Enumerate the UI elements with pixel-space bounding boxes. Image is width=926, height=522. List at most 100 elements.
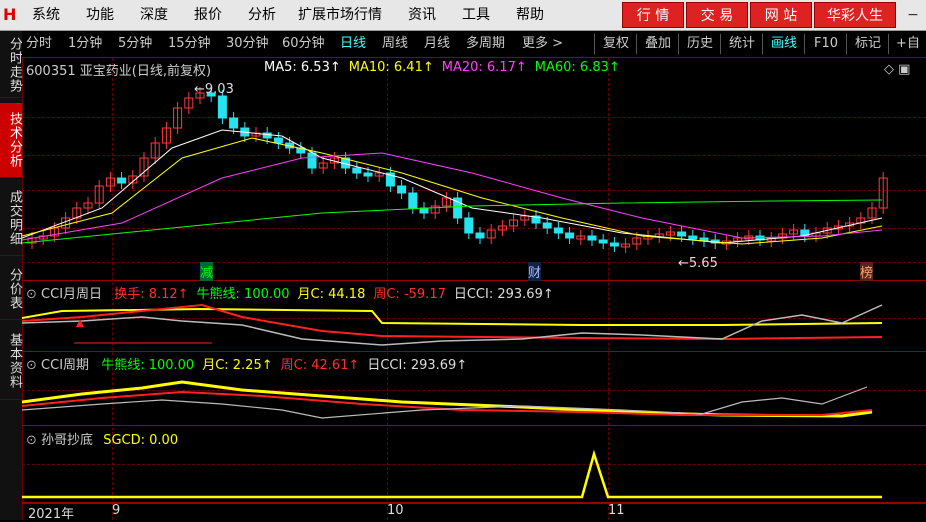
ma-legend-item: MA20: 6.17↑	[441, 60, 527, 75]
minimize-icon[interactable]: −	[904, 6, 922, 24]
menu-analysis[interactable]: 分析	[248, 0, 276, 30]
candle	[363, 172, 373, 177]
website-button[interactable]: 网 站	[750, 2, 812, 28]
market-button[interactable]: 行 情	[622, 2, 684, 28]
kline-chart	[22, 87, 888, 253]
cci-monthly-legend: 换手: 8.12↑ 牛熊线: 100.00 月C: 44.18 周C: -59.17 日…	[106, 287, 554, 302]
adjust-button[interactable]: 复权	[594, 34, 637, 54]
sidebar-tab-timeshare[interactable]: 分时走势	[0, 33, 22, 98]
week-c-line	[22, 303, 883, 341]
huacai-button[interactable]: 华彩人生	[814, 2, 896, 28]
menu-help[interactable]: 帮助	[516, 0, 544, 30]
f10-button[interactable]: F10	[804, 34, 847, 54]
period-daily[interactable]: 日线	[340, 35, 366, 53]
cci-period-legend-item: 日CCI: 293.69↑	[367, 358, 468, 373]
sidebar-tab-trades[interactable]: 成交明细	[0, 181, 22, 256]
sidebar-tab-technical[interactable]: 技术分析	[0, 103, 22, 178]
tag-finance[interactable]: 财	[528, 262, 542, 281]
menu-news[interactable]: 资讯	[408, 0, 436, 30]
period-60min[interactable]: 60分钟	[282, 35, 325, 53]
menu-quote[interactable]: 报价	[194, 0, 222, 30]
left-sidebar: 分时走势 技术分析 成交明细 分价表 基本资料	[0, 31, 23, 520]
period-15min[interactable]: 15分钟	[168, 35, 211, 53]
window-icon[interactable]: ▣	[898, 62, 910, 77]
diamond-icon[interactable]: ◇	[884, 62, 894, 77]
period-monthly[interactable]: 月线	[424, 35, 450, 53]
candle	[352, 167, 362, 174]
cci-period-legend-item: 周C: 42.61↑	[280, 358, 360, 373]
period-30min[interactable]: 30分钟	[226, 35, 269, 53]
candle	[609, 242, 619, 247]
cci-monthly-legend-item: 周C: -59.17	[373, 287, 446, 302]
x-axis-month-9: 9	[112, 503, 121, 518]
trade-button[interactable]: 交 易	[686, 2, 748, 28]
period-timeshare[interactable]: 分时	[26, 35, 52, 53]
candle	[587, 235, 597, 241]
menu-system[interactable]: 系统	[32, 0, 60, 30]
candle	[217, 95, 227, 119]
x-axis-year: 2021年	[28, 507, 75, 522]
statistics-button[interactable]: 统计	[720, 34, 763, 54]
cci-monthly-legend-item: 日CCI: 293.69↑	[453, 287, 554, 302]
sgcd-value: SGCD: 0.00	[103, 433, 179, 448]
menu-extended-market[interactable]: 扩展市场行情	[298, 0, 382, 30]
sidebar-tab-fundamentals[interactable]: 基本资料	[0, 323, 22, 400]
menu-depth[interactable]: 深度	[140, 0, 168, 30]
chart-mode: (日线,前复权)	[131, 64, 212, 79]
tag-list[interactable]: 榜	[860, 262, 874, 281]
candle	[464, 217, 474, 234]
candle	[677, 231, 687, 237]
month-c-line	[22, 307, 883, 326]
candle	[229, 117, 239, 129]
period-5min[interactable]: 5分钟	[118, 35, 152, 53]
cci-monthly-legend-item: 牛熊线: 100.00	[196, 287, 290, 302]
collapse-icon[interactable]: ⊙	[26, 287, 37, 302]
ma-legend-item: MA10: 6.41↑	[348, 60, 434, 75]
candle	[688, 235, 698, 240]
candle	[273, 137, 283, 144]
period-multi[interactable]: 多周期	[466, 35, 505, 53]
candle	[565, 232, 575, 239]
candle	[542, 222, 552, 229]
month-c-line	[22, 380, 873, 418]
overlay-button[interactable]: 叠加	[636, 34, 679, 54]
cci-period-legend-item: 月C: 2.25↑	[202, 358, 273, 373]
cci-monthly-legend-item: 换手: 8.12↑	[114, 287, 189, 302]
menu-function[interactable]: 功能	[86, 0, 114, 30]
sgcd-title: 孙哥抄底	[41, 433, 94, 448]
custom-button[interactable]: +自	[888, 34, 926, 54]
high-price-label: ←9.03	[194, 82, 234, 97]
candle	[553, 227, 563, 234]
menu-tools[interactable]: 工具	[462, 0, 490, 30]
menu-bar: H 系统 功能 深度 报价 分析 扩展市场行情 资讯 工具 帮助 行 情 交 易…	[0, 0, 926, 31]
sidebar-tab-price-table[interactable]: 分价表	[0, 259, 22, 320]
period-more[interactable]: 更多 >	[522, 35, 563, 53]
candle	[117, 177, 127, 184]
cci-period-legend-item: 牛熊线: 100.00	[101, 358, 195, 373]
draw-line-button[interactable]: 画线	[762, 34, 805, 54]
history-button[interactable]: 历史	[678, 34, 721, 54]
cci-monthly-legend-item: 月C: 44.18	[297, 287, 366, 302]
stock-name: 亚宝药业	[79, 64, 132, 79]
ma-legend: MA5: 6.53↑ MA10: 6.41↑ MA20: 6.17↑ MA60: 6.…	[256, 60, 620, 75]
candle	[408, 192, 418, 209]
period-1min[interactable]: 1分钟	[68, 35, 102, 53]
tag-reduce[interactable]: 减	[200, 262, 214, 281]
cci-monthly-title: CCI月周日	[41, 287, 103, 302]
candle	[475, 232, 485, 239]
sgcd-line	[22, 449, 882, 499]
candle	[598, 239, 608, 244]
app-logo: H	[3, 5, 17, 24]
cci-period-legend: 牛熊线: 100.00 月C: 2.25↑ 周C: 42.61↑ 日CCI: 293.…	[93, 358, 467, 373]
x-axis-month-10: 10	[387, 503, 404, 518]
x-axis-month-11: 11	[608, 503, 625, 518]
candle	[307, 152, 317, 169]
cci-period-title: CCI周期	[41, 358, 90, 373]
mark-button[interactable]: 标记	[846, 34, 889, 54]
collapse-icon[interactable]: ⊙	[26, 358, 37, 373]
stock-code: 600351	[26, 64, 76, 79]
collapse-icon[interactable]: ⊙	[26, 433, 37, 448]
period-weekly[interactable]: 周线	[382, 35, 408, 53]
x-axis	[22, 503, 926, 521]
ma-legend-item: MA60: 6.83↑	[534, 60, 620, 75]
